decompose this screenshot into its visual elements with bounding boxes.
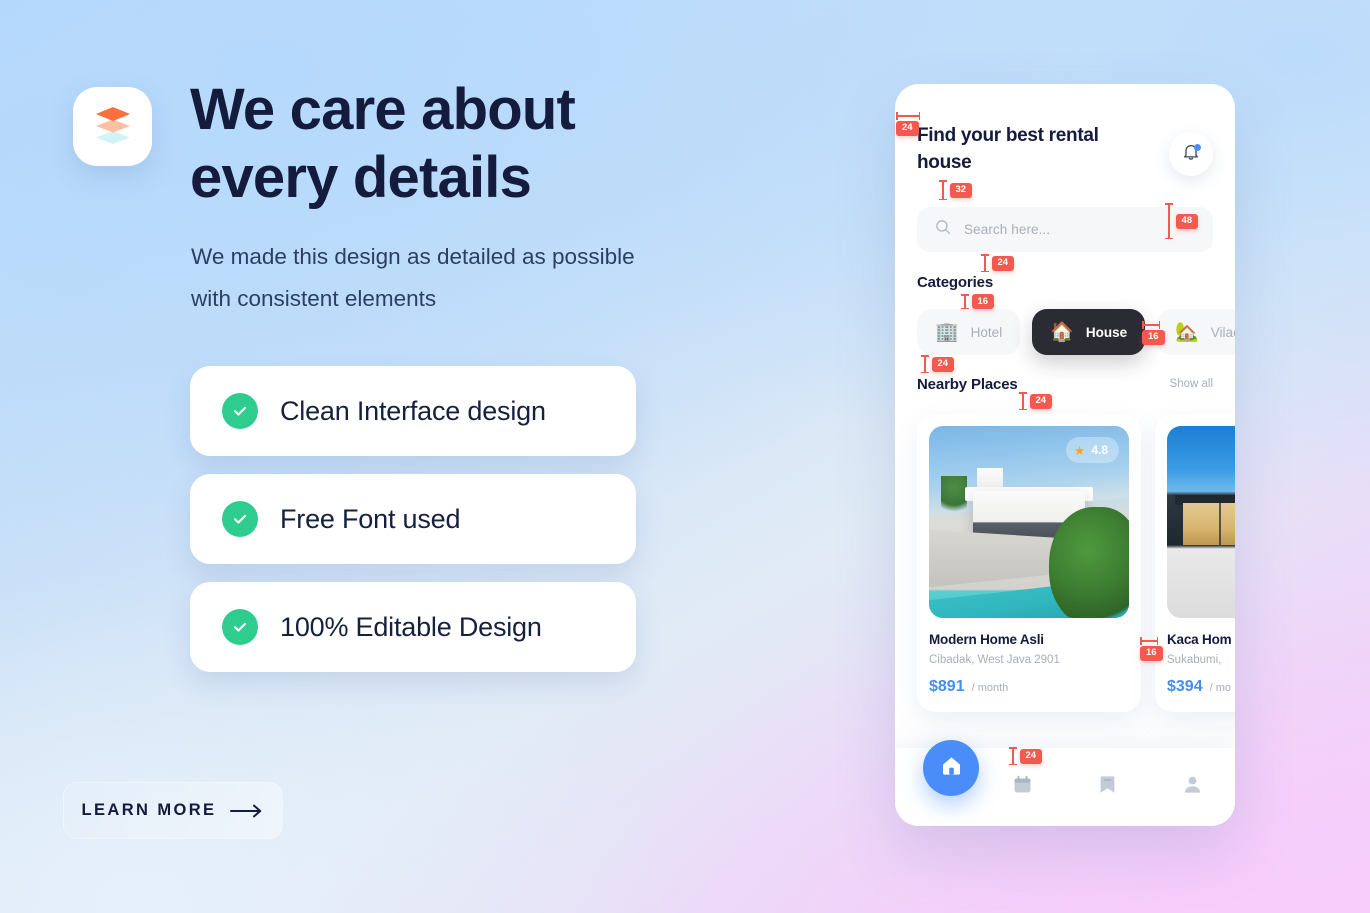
notifications-button[interactable] xyxy=(1169,132,1213,176)
measure-line xyxy=(1165,203,1172,239)
property-price-period: / month xyxy=(971,682,1009,694)
property-photo xyxy=(1167,426,1235,618)
arrow-right-icon xyxy=(230,804,264,818)
feature-label: 100% Editable Design xyxy=(280,611,542,642)
measure-value: 24 xyxy=(1029,393,1053,409)
property-location: Sukabumi, xyxy=(1167,654,1222,666)
page-subheadline: We made this design as detailed as possi… xyxy=(191,244,635,312)
search-icon xyxy=(935,219,951,240)
nav-item-bookmark[interactable] xyxy=(1065,774,1150,800)
measure-nav-padding: 24 xyxy=(1009,747,1043,765)
left-content-panel: We care about every details We made this… xyxy=(0,0,700,913)
measure-line xyxy=(1019,392,1026,410)
calendar-icon xyxy=(1012,774,1033,800)
check-circle-icon xyxy=(222,393,258,429)
promo-stage: We care about every details We made this… xyxy=(0,0,1370,913)
screen-title: Find your best rental house xyxy=(917,125,1099,174)
measure-title-to-search: 32 xyxy=(939,180,973,200)
nav-item-home[interactable] xyxy=(923,740,979,796)
measure-search-to-categories: 24 xyxy=(981,254,1015,272)
property-price-row: $394 / mo xyxy=(1167,678,1235,696)
category-chip-villa[interactable]: 🏡 Vilac xyxy=(1157,309,1235,355)
measure-value: 16 xyxy=(1140,645,1163,661)
category-label: Hotel xyxy=(970,324,1003,340)
nav-item-profile[interactable] xyxy=(1150,774,1235,800)
measure-line xyxy=(1009,747,1016,765)
category-label: House xyxy=(1085,324,1128,340)
measure-categories-to-nearby: 24 xyxy=(921,355,955,373)
measure-value: 24 xyxy=(991,255,1015,271)
nearby-places-heading: Nearby Places xyxy=(917,376,1018,393)
show-all-link[interactable]: Show all xyxy=(1170,378,1213,390)
app-logo-badge xyxy=(73,87,152,166)
property-name: Modern Home Asli xyxy=(929,632,1044,647)
property-price-period: / mo xyxy=(1209,682,1231,694)
check-circle-icon xyxy=(222,609,258,645)
measure-value: 16 xyxy=(1142,329,1165,345)
measure-line xyxy=(961,294,968,309)
measure-nearby-to-cards: 24 xyxy=(1019,392,1053,410)
measure-line xyxy=(981,254,988,272)
villa-house-icon: 🏡 xyxy=(1175,321,1199,343)
rating-badge: ★ 4.8 xyxy=(1065,437,1119,463)
layers-stack-icon xyxy=(92,104,134,149)
measure-line xyxy=(939,180,946,200)
page-headline: We care about every details xyxy=(190,77,576,210)
feature-list: Clean Interface design Free Font used 10… xyxy=(190,366,636,690)
home-icon xyxy=(940,754,963,782)
measure-value: 24 xyxy=(896,120,919,136)
photo-window-mullion xyxy=(1219,502,1221,546)
learn-more-button[interactable]: LEARN MORE xyxy=(63,782,283,839)
measure-line xyxy=(921,355,928,373)
property-name: Kaca Hom xyxy=(1167,632,1232,647)
measure-value: 24 xyxy=(931,356,955,372)
measure-top-padding: 24 xyxy=(896,112,920,136)
categories-heading: Categories xyxy=(917,274,994,291)
photo-palm-tree xyxy=(941,475,967,526)
measure-card-gap: 16 xyxy=(1140,637,1163,661)
property-card[interactable]: ★ 4.8 Modern Home Asli Cibadak, West Jav… xyxy=(917,414,1141,712)
measure-line xyxy=(1140,637,1158,644)
search-placeholder: Search here... xyxy=(964,222,1051,237)
property-location: Cibadak, West Java 2901 xyxy=(929,654,1060,666)
measure-value: 48 xyxy=(1175,213,1199,229)
house-icon: 🏠 xyxy=(1050,321,1074,343)
property-price: $891 xyxy=(929,678,965,695)
category-chip-row: 🏢 Hotel 🏠 House 🏡 Vilac xyxy=(917,309,1235,355)
category-chip-hotel[interactable]: 🏢 Hotel xyxy=(917,309,1021,355)
category-chip-house[interactable]: 🏠 House xyxy=(1032,309,1146,355)
notification-dot xyxy=(1194,144,1201,151)
photo-foliage xyxy=(1049,506,1129,618)
feature-card-clean-interface[interactable]: Clean Interface design xyxy=(190,366,636,456)
measure-value: 16 xyxy=(971,294,995,309)
person-icon xyxy=(1182,774,1203,800)
property-price-row: $891 / month xyxy=(929,678,1129,696)
property-photo: ★ 4.8 xyxy=(929,426,1129,618)
measure-line xyxy=(1142,321,1160,328)
learn-more-label: LEARN MORE xyxy=(81,801,217,819)
property-price: $394 xyxy=(1167,678,1203,695)
rating-value: 4.8 xyxy=(1091,443,1108,457)
measure-value: 24 xyxy=(1019,748,1043,764)
star-icon: ★ xyxy=(1073,442,1086,458)
measure-value: 32 xyxy=(949,182,973,198)
category-label: Vilac xyxy=(1210,324,1235,340)
hotel-building-icon: 🏢 xyxy=(935,321,959,343)
property-card[interactable]: Kaca Hom Sukabumi, $394 / mo xyxy=(1155,414,1235,712)
photo-interior-glow xyxy=(1183,502,1235,546)
feature-card-editable-design[interactable]: 100% Editable Design xyxy=(190,582,636,672)
nav-item-calendar[interactable] xyxy=(980,774,1065,800)
feature-label: Clean Interface design xyxy=(280,395,546,426)
property-card-list: ★ 4.8 Modern Home Asli Cibadak, West Jav… xyxy=(917,414,1235,712)
measure-search-height: 48 xyxy=(1165,203,1199,239)
bookmark-icon xyxy=(1098,774,1117,800)
feature-label: Free Font used xyxy=(280,503,461,534)
check-circle-icon xyxy=(222,501,258,537)
feature-card-free-font[interactable]: Free Font used xyxy=(190,474,636,564)
measure-chip-gap: 16 xyxy=(1142,321,1165,345)
measure-category-heading-gap: 16 xyxy=(961,294,995,309)
measure-line xyxy=(896,112,920,119)
